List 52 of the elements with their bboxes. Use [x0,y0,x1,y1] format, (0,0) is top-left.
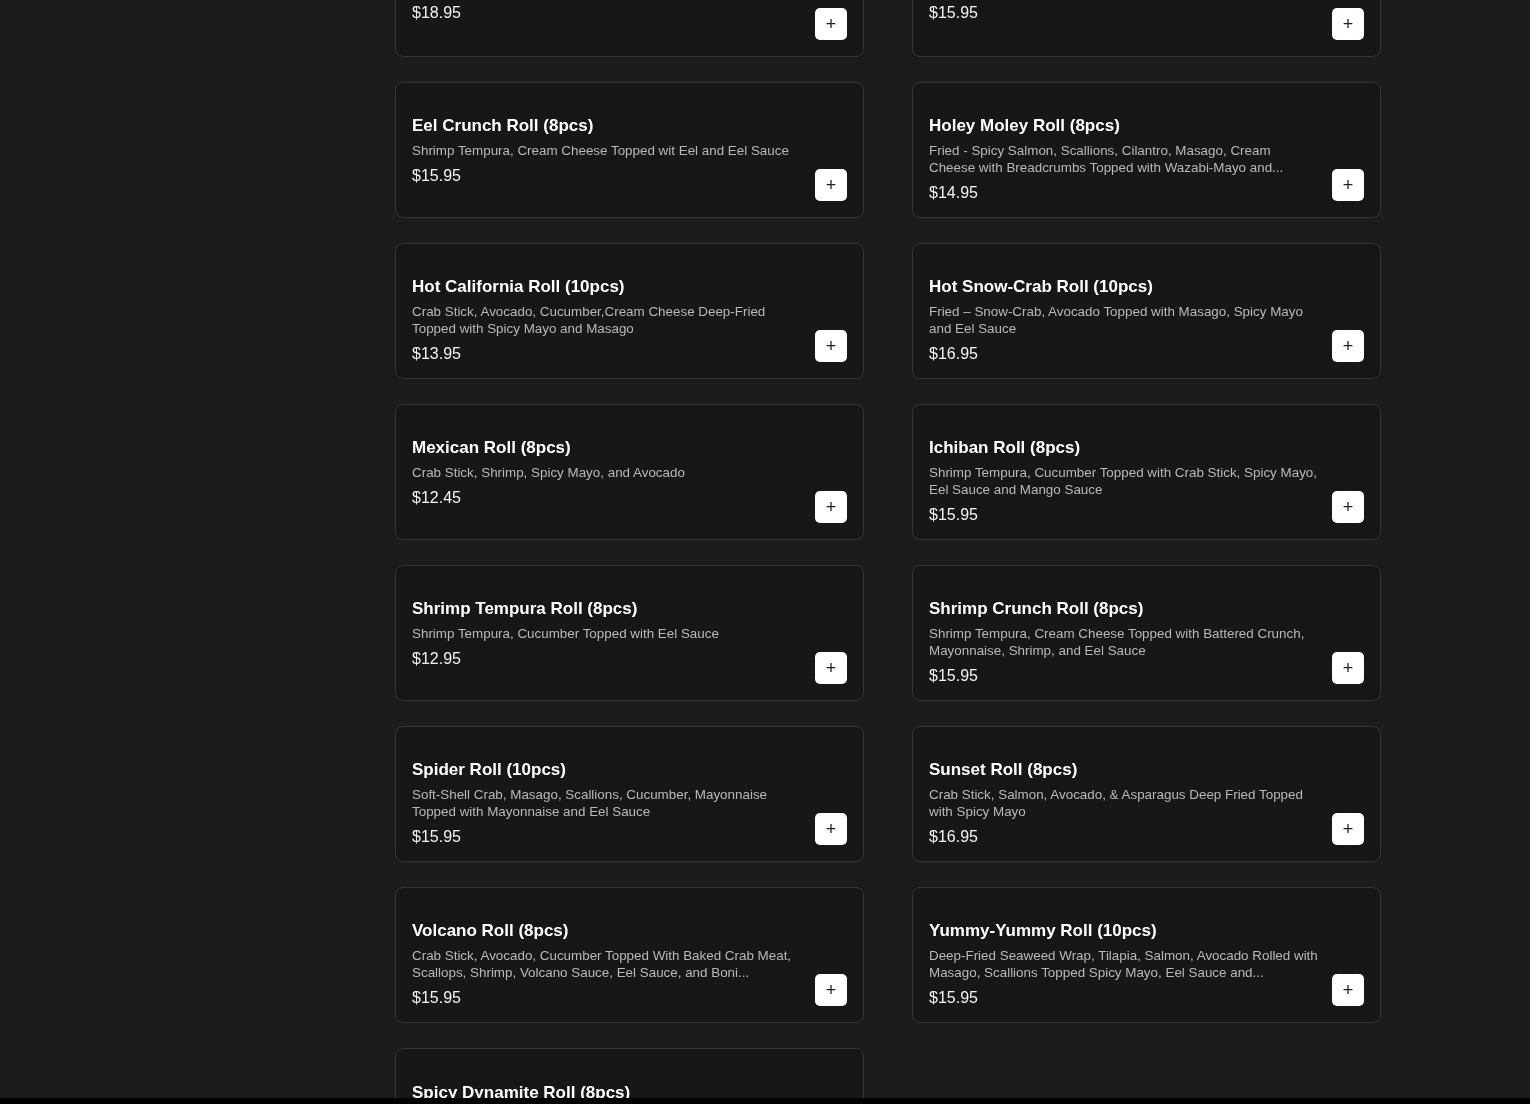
item-description: Shrimp Tempura, Cream Cheese Topped with Battered Crunch, Mayonnaise, Shrimp, and Eel Sauce [929,625,1306,659]
item-price: $12.95 [412,650,462,668]
item-price: $15.95 [929,506,979,524]
item-name: Hot California Roll (10pcs) [412,277,626,297]
add-button[interactable]: + [1332,330,1364,362]
item-description: Crab Stick, Avocado, Cucumber Topped With Baked Crab Meat, Scallops, Shrimp, Volcano Sauce, Eel Sauce, and Boni... [412,947,793,981]
item-price: $12.45 [412,489,462,507]
item-description: Fried – Snow-Crab, Avocado Topped with Masago, Spicy Mayo and Eel Sauce [929,303,1304,337]
item-name: Shrimp Tempura Roll (8pcs) [412,599,639,619]
add-button[interactable]: + [815,813,847,845]
add-button[interactable]: + [815,8,847,40]
item-price: $18.95 [412,4,462,22]
item-description: Crab Stick, Shrimp, Spicy Mayo, and Avocado [412,464,686,481]
item-name: Spider Roll (10pcs) [412,760,567,780]
add-button[interactable]: + [815,974,847,1006]
item-description: Shrimp Tempura, Cream Cheese Topped wit Eel and Eel Sauce [412,142,790,159]
item-price: $15.95 [929,667,979,685]
item-name: Shrimp Crunch Roll (8pcs) [929,599,1145,619]
item-price: $15.95 [412,167,462,185]
add-button[interactable]: + [815,491,847,523]
item-description: Shrimp Tempura, Cucumber Topped with Crab Stick, Spicy Mayo, Eel Sauce and Mango Sauce [929,464,1318,498]
item-price: $16.95 [929,828,979,846]
item-description: Soft-Shell Crab, Masago, Scallions, Cucumber, Mayonnaise Topped with Mayonnaise and Eel Sauce [412,786,769,820]
add-button[interactable]: + [1332,169,1364,201]
item-name: Holey Moley Roll (8pcs) [929,116,1121,136]
item-price: $15.95 [412,989,462,1007]
item-name: Hot Snow-Crab Roll (10pcs) [929,277,1154,297]
item-price: $14.95 [929,184,979,202]
add-button[interactable]: + [1332,491,1364,523]
item-description: Crab Stick, Avocado, Cucumber,Cream Cheese Deep-Fried Topped with Spicy Mayo and Masago [412,303,767,337]
item-description: Shrimp Tempura, Cucumber Topped with Eel Sauce [412,625,720,642]
item-name: Yummy-Yummy Roll (10pcs) [929,921,1158,941]
item-name: Volcano Roll (8pcs) [412,921,570,941]
item-price: $15.95 [929,4,979,22]
item-description: Crab Stick, Salmon, Avocado, & Asparagus Deep Fried Topped with Spicy Mayo [929,786,1304,820]
item-name: Ichiban Roll (8pcs) [929,438,1082,458]
item-price: $16.95 [929,345,979,363]
item-price: $13.95 [412,345,462,363]
add-button[interactable]: + [815,169,847,201]
item-name: Mexican Roll (8pcs) [412,438,572,458]
item-name: Eel Crunch Roll (8pcs) [412,116,595,136]
item-price: $15.95 [929,989,979,1007]
item-description: Fried - Spicy Salmon, Scallions, Cilantro, Masago, Cream Cheese with Breadcrumbs Topped with Wazabi-Mayo and... [929,142,1285,176]
add-button[interactable]: + [815,652,847,684]
add-button[interactable]: + [1332,974,1364,1006]
add-button[interactable]: + [815,330,847,362]
item-name: Sunset Roll (8pcs) [929,760,1079,780]
item-description: Deep-Fried Seaweed Wrap, Tilapia, Salmon, Avocado Rolled with Masago, Scallions Topped Spicy Mayo, Eel Sauce and... [929,947,1319,981]
add-button[interactable]: + [1332,8,1364,40]
add-button[interactable]: + [1332,813,1364,845]
add-button[interactable]: + [1332,652,1364,684]
item-price: $15.95 [412,828,462,846]
